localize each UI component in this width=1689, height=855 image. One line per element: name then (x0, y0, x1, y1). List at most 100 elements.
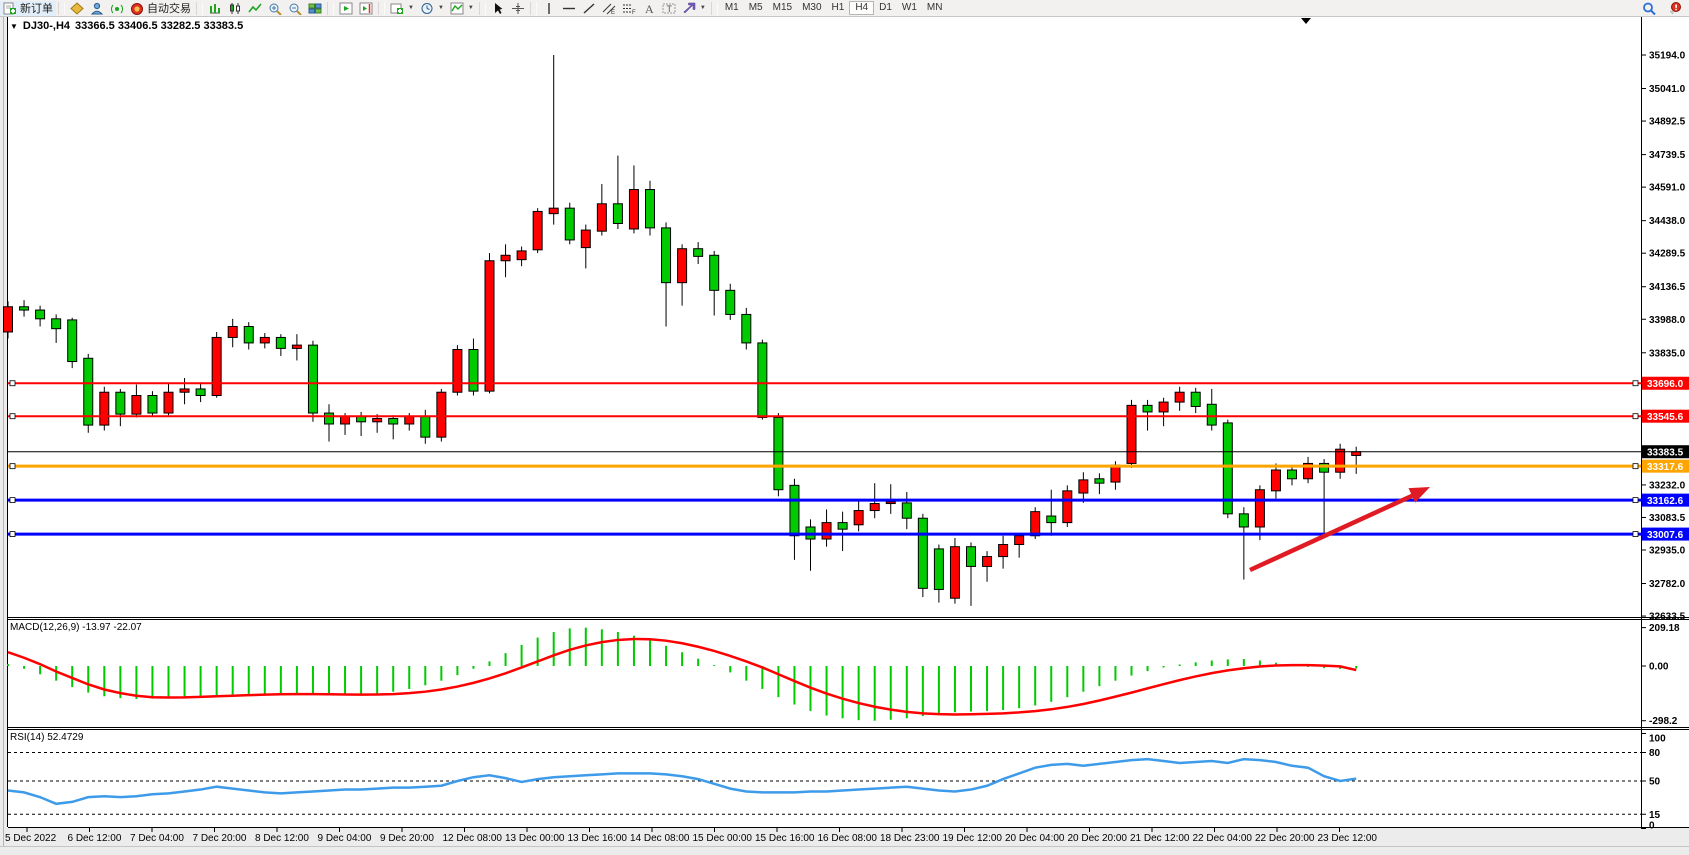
zoom-in-icon (268, 2, 282, 15)
new-chart-button[interactable]: ▼ (387, 1, 417, 16)
candle-body (405, 416, 414, 424)
time-axis-label: 18 Dec 23:00 (880, 833, 940, 844)
hline-button[interactable] (559, 1, 579, 16)
time-axis-label: 13 Dec 16:00 (568, 833, 628, 844)
price-axis-label: 33232.0 (1649, 480, 1686, 491)
chevron-down-icon[interactable]: ▼ (700, 5, 706, 11)
line-handle[interactable] (1633, 381, 1638, 386)
shapes-button[interactable]: ▼ (679, 1, 709, 16)
zoom-in-button[interactable] (265, 1, 285, 16)
tile-windows-button[interactable] (305, 1, 325, 16)
candle-body (116, 392, 125, 414)
timeframe-button-mn[interactable]: MN (922, 1, 948, 15)
signal-button[interactable] (107, 1, 127, 16)
time-axis-label: 9 Dec 20:00 (380, 833, 434, 844)
favorites-button[interactable] (67, 1, 87, 16)
fibo-icon: F (622, 2, 636, 15)
chevron-down-icon[interactable]: ▼ (468, 5, 474, 11)
search-button[interactable] (1639, 1, 1659, 16)
candle-body (1159, 402, 1168, 412)
profile-button[interactable] (87, 1, 107, 16)
timeframe-button-m15[interactable]: M15 (768, 1, 797, 15)
timeframe-button-h1[interactable]: H1 (827, 1, 850, 15)
price-axis-label: 34739.5 (1649, 150, 1686, 161)
timeframe-button-d1[interactable]: D1 (874, 1, 897, 15)
label-button[interactable]: T (659, 1, 679, 16)
new-order-button[interactable]: 新订单 (0, 1, 56, 16)
candle-body (822, 523, 831, 539)
timeframe-button-w1[interactable]: W1 (897, 1, 922, 15)
time-axis-label: 8 Dec 12:00 (255, 833, 309, 844)
period-button[interactable]: ▼ (417, 1, 447, 16)
auto-scroll-button[interactable] (336, 1, 356, 16)
bar-chart-icon (208, 2, 222, 15)
chart-menu-icon[interactable]: ▼ (10, 22, 18, 31)
bar-chart-button[interactable] (205, 1, 225, 16)
timeframe-button-m5[interactable]: M5 (744, 1, 768, 15)
toolbar-button-label: 自动交易 (147, 0, 191, 16)
candle-body (581, 230, 590, 248)
candle-body (1015, 536, 1024, 545)
price-axis-label: 32782.0 (1649, 579, 1686, 590)
trendline-button[interactable] (579, 1, 599, 16)
price-badge-value: 33696.0 (1647, 379, 1684, 390)
candlestick-button[interactable] (225, 1, 245, 16)
zoom-out-button[interactable] (285, 1, 305, 16)
timeframe-button-h4[interactable]: H4 (849, 1, 874, 15)
line-handle[interactable] (10, 532, 15, 537)
line-handle[interactable] (1633, 498, 1638, 503)
price-axis-label: 32633.5 (1649, 612, 1686, 623)
timeframe-button-m1[interactable]: M1 (720, 1, 744, 15)
line-handle[interactable] (1633, 464, 1638, 469)
candle-body (950, 547, 959, 598)
candle-body (292, 345, 301, 348)
time-axis-label: 5 Dec 2022 (5, 833, 57, 844)
template-button[interactable]: ▼ (447, 1, 477, 16)
toolbar-separator (58, 2, 65, 15)
rsi-axis-label: 50 (1649, 777, 1661, 788)
bottom-strip (0, 847, 1689, 855)
chart-ohlc-values: 33366.5 33406.5 33282.5 33383.5 (75, 20, 243, 32)
candle-body (68, 320, 77, 362)
chevron-down-icon[interactable]: ▼ (408, 5, 414, 11)
notification-button[interactable] (1665, 1, 1685, 16)
line-handle[interactable] (1633, 532, 1638, 537)
crosshair-button[interactable] (508, 1, 528, 16)
candle-body (164, 392, 173, 413)
channel-button[interactable]: E (599, 1, 619, 16)
template-icon (450, 2, 464, 15)
text-button[interactable]: A (639, 1, 659, 16)
cursor-button[interactable] (488, 1, 508, 16)
time-axis-label: 9 Dec 04:00 (318, 833, 372, 844)
line-handle[interactable] (10, 498, 15, 503)
line-handle[interactable] (10, 414, 15, 419)
candle-body (1207, 404, 1216, 425)
line-handle[interactable] (10, 464, 15, 469)
time-axis-label: 22 Dec 20:00 (1255, 833, 1315, 844)
candle-body (196, 389, 205, 396)
time-axis-label: 21 Dec 12:00 (1130, 833, 1190, 844)
fibo-button[interactable]: F (619, 1, 639, 16)
price-axis-label: 35041.0 (1649, 84, 1686, 95)
svg-text:A: A (645, 2, 654, 15)
candle-body (565, 208, 574, 240)
chevron-down-icon[interactable]: ▼ (438, 5, 444, 11)
favorites-icon (70, 2, 84, 15)
autotrade-button[interactable]: 自动交易 (127, 1, 194, 16)
macd-axis-label: 209.18 (1649, 623, 1680, 634)
line-handle[interactable] (1633, 414, 1638, 419)
timeframe-button-m30[interactable]: M30 (797, 1, 826, 15)
candle-body (485, 261, 494, 391)
candle-body (838, 523, 847, 530)
line-handle[interactable] (10, 381, 15, 386)
vline-button[interactable] (539, 1, 559, 16)
candle-body (260, 337, 269, 342)
line-chart-button[interactable] (245, 1, 265, 16)
price-badge-value: 33162.6 (1647, 496, 1684, 507)
hline-icon (562, 2, 576, 15)
toolbar-separator (711, 2, 718, 15)
candle-body (308, 345, 317, 413)
time-axis-label: 20 Dec 04:00 (1005, 833, 1065, 844)
auto-scroll-icon (339, 2, 353, 15)
chart-shift-button[interactable] (356, 1, 376, 16)
